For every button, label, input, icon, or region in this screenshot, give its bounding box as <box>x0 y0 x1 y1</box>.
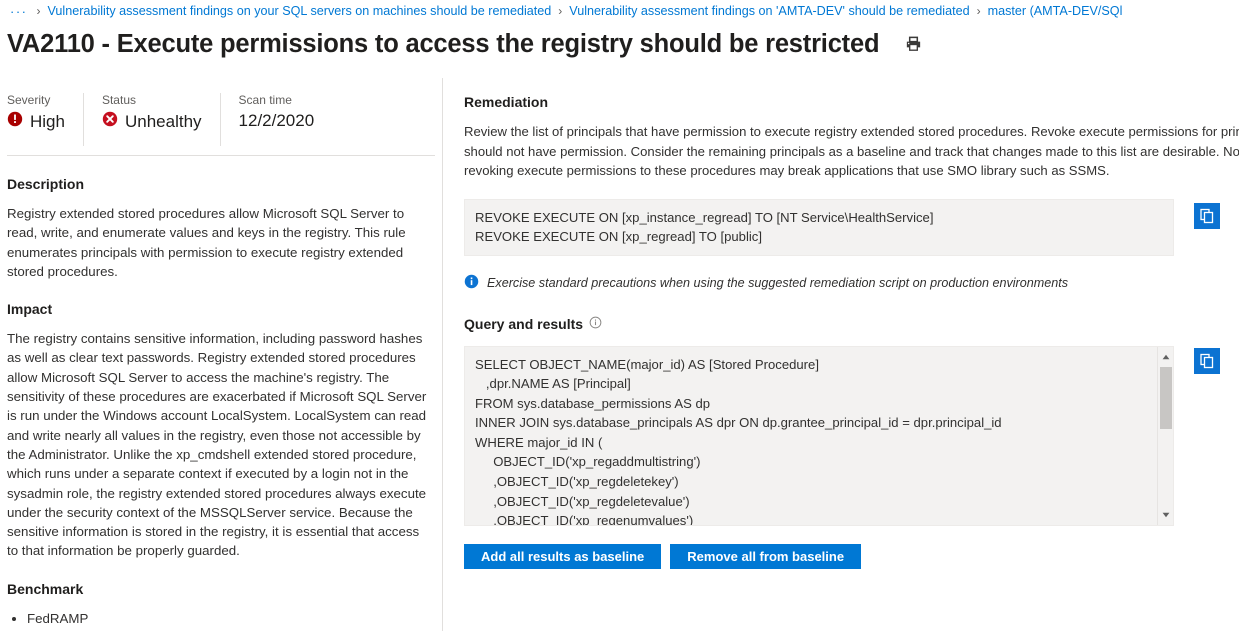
copy-query-button[interactable] <box>1194 347 1220 374</box>
breadcrumb-item-2[interactable]: Vulnerability assessment findings on 'AM… <box>569 4 969 18</box>
finding-meta-row: Severity High Status Unhealthy Scan time… <box>0 78 442 146</box>
query-results-box[interactable]: SELECT OBJECT_NAME(major_id) AS [Stored … <box>464 345 1174 526</box>
query-sql-text: SELECT OBJECT_NAME(major_id) AS [Stored … <box>475 356 1002 526</box>
breadcrumb: ··· › Vulnerability assessment findings … <box>0 0 1239 22</box>
status-value: Unhealthy <box>124 111 202 131</box>
severity-label: Severity <box>7 93 51 107</box>
copy-remediation-script-button[interactable] <box>1194 202 1220 229</box>
description-heading: Description <box>7 176 85 192</box>
info-filled-icon <box>464 274 479 292</box>
info-outline-icon[interactable] <box>589 316 602 332</box>
remediation-script-block: REVOKE EXECUTE ON [xp_instance_regread] … <box>464 198 1174 256</box>
benchmark-list: FedRAMP <box>0 609 442 628</box>
status-label: Status <box>101 93 136 107</box>
breadcrumb-overflow-button[interactable]: ··· <box>8 4 30 19</box>
remediation-text: Review the list of principals that have … <box>464 124 1239 178</box>
scan-time-block: Scan time 12/2/2020 <box>239 93 333 146</box>
breadcrumb-item-1[interactable]: Vulnerability assessment findings on you… <box>48 4 552 18</box>
query-results-heading-row: Query and results <box>464 316 1239 332</box>
query-results-heading: Query and results <box>464 315 584 332</box>
scan-time-value: 12/2/2020 <box>238 111 315 130</box>
benchmark-heading: Benchmark <box>7 580 84 597</box>
severity-value-row: High <box>7 111 65 132</box>
severity-block: Severity High <box>7 93 84 146</box>
impact-heading: Impact <box>7 301 53 318</box>
status-block: Status Unhealthy <box>102 93 221 146</box>
breadcrumb-separator-icon: › <box>36 4 41 18</box>
meta-divider <box>7 155 435 156</box>
query-scrollbar-thumb[interactable] <box>1160 366 1172 429</box>
breadcrumb-item-3[interactable]: master (AMTA-DEV/SQl <box>988 4 1123 18</box>
impact-text: The registry contains sensitive informat… <box>7 331 427 559</box>
remove-all-from-baseline-button[interactable]: Remove all from baseline <box>670 543 862 569</box>
status-value-row: Unhealthy <box>102 111 202 132</box>
remediation-note-row: Exercise standard precautions when using… <box>464 274 1239 292</box>
severity-value: High <box>30 111 65 131</box>
page-title: VA2110 - Execute permissions to access t… <box>7 29 880 58</box>
breadcrumb-separator-icon: › <box>558 4 563 18</box>
list-item: FedRAMP <box>27 609 442 628</box>
remediation-heading: Remediation <box>464 94 549 110</box>
status-unhealthy-icon <box>102 111 118 132</box>
title-row: VA2110 - Execute permissions to access t… <box>7 24 925 64</box>
left-details-pane: Severity High Status Unhealthy Scan time… <box>0 78 443 631</box>
remediation-note-text: Exercise standard precautions when using… <box>487 275 1069 290</box>
breadcrumb-separator-icon: › <box>976 4 981 18</box>
printer-icon[interactable] <box>901 32 925 56</box>
scan-time-label: Scan time <box>238 93 292 107</box>
query-scrollbar[interactable] <box>1157 346 1173 525</box>
right-remediation-pane: Remediation Review the list of principal… <box>444 78 1239 631</box>
scroll-up-arrow-icon[interactable] <box>1158 349 1173 365</box>
vulnerability-finding-page: ··· › Vulnerability assessment findings … <box>0 0 1239 631</box>
add-all-results-as-baseline-button[interactable]: Add all results as baseline <box>464 543 662 569</box>
scroll-down-arrow-icon[interactable] <box>1158 507 1173 523</box>
description-text: Registry extended stored procedures allo… <box>7 206 406 279</box>
baseline-action-buttons: Add all results as baseline Remove all f… <box>464 543 1239 569</box>
severity-high-icon <box>7 111 23 132</box>
